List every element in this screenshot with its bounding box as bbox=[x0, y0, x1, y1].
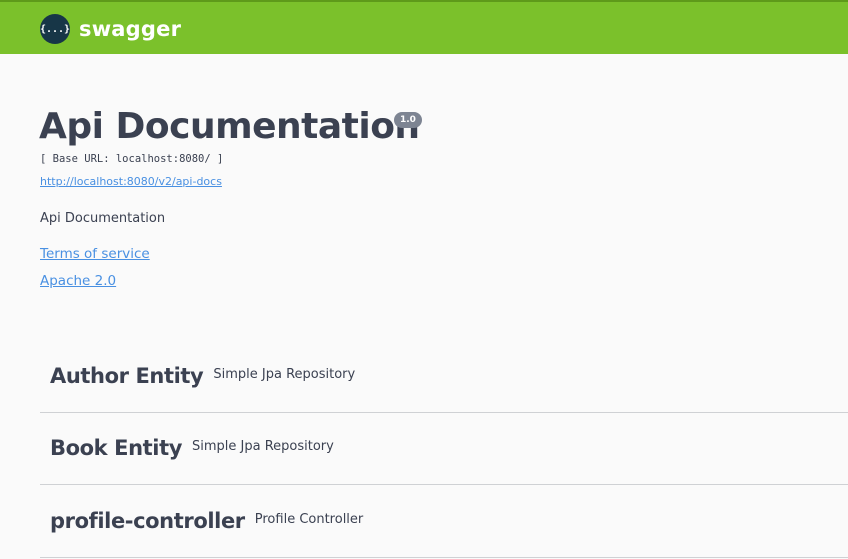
logo-text: swagger bbox=[79, 17, 182, 41]
tag-name: Book Entity bbox=[50, 436, 182, 460]
base-url: [ Base URL: localhost:8080/ ] bbox=[40, 153, 224, 165]
tag-description: Profile Controller bbox=[254, 511, 364, 527]
api-docs-link[interactable]: http://localhost:8080/v2/api-docs bbox=[40, 175, 222, 188]
tag-description: Simple Jpa Repository bbox=[213, 366, 356, 382]
swagger-braces-icon: {...} bbox=[40, 14, 70, 44]
license-link[interactable]: Apache 2.0 bbox=[40, 273, 116, 289]
api-description: Api Documentation bbox=[40, 211, 166, 226]
tag-description: Simple Jpa Repository bbox=[192, 438, 334, 454]
tag-name: Author Entity bbox=[50, 364, 204, 388]
topbar: {...} swagger bbox=[0, 0, 848, 54]
terms-of-service-link[interactable]: Terms of service bbox=[40, 246, 150, 262]
tag-author-entity[interactable]: Author Entity Simple Jpa Repository bbox=[40, 340, 848, 413]
tag-profile-controller[interactable]: profile-controller Profile Controller bbox=[40, 485, 848, 558]
page-title: Api Documentation bbox=[39, 106, 420, 147]
tag-name: profile-controller bbox=[50, 509, 245, 533]
swagger-logo[interactable]: {...} swagger bbox=[40, 14, 181, 44]
version-badge: 1.0 bbox=[394, 112, 422, 128]
tag-book-entity[interactable]: Book Entity Simple Jpa Repository bbox=[40, 412, 848, 485]
